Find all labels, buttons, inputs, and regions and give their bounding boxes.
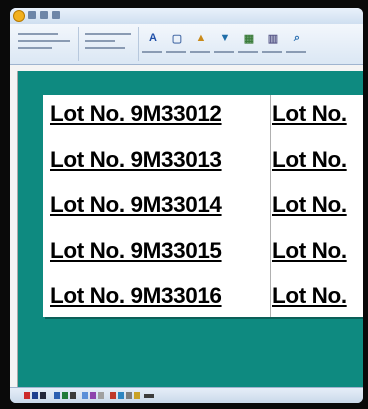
ribbon-label: [85, 40, 115, 42]
ribbon-label: [18, 47, 52, 49]
ribbon-label: [85, 47, 125, 49]
lot-label[interactable]: Lot No. 9M33012: [50, 97, 268, 131]
save-icon[interactable]: [28, 11, 36, 19]
redo-icon[interactable]: [52, 11, 60, 19]
ribbon-group-clipboard: [12, 27, 79, 61]
status-color-icon[interactable]: [98, 392, 104, 399]
lot-label[interactable]: Lot No.: [272, 97, 363, 131]
lot-label[interactable]: Lot No. 9M33016: [50, 279, 268, 313]
ribbon-label: [85, 33, 131, 35]
status-bar: [10, 387, 363, 403]
lot-label[interactable]: Lot No.: [272, 143, 363, 177]
status-color-icon[interactable]: [62, 392, 68, 399]
lot-label[interactable]: Lot No. 9M33013: [50, 143, 268, 177]
label-row: Lot No. 9M33014 Lot No.: [43, 186, 363, 224]
ribbon-label: [18, 40, 70, 42]
application-window: A ▢ ▲ ▼ ▦ ▥ ⌕ Lot No. 9M33012 Lot No. Lot No. …: [10, 8, 363, 403]
ribbon-label: [190, 51, 210, 53]
ribbon-label: [238, 51, 258, 53]
status-color-icon[interactable]: [54, 392, 60, 399]
lot-label[interactable]: Lot No.: [272, 279, 363, 313]
barcode-tool-icon[interactable]: ▥: [264, 30, 282, 46]
status-color-icon[interactable]: [40, 392, 46, 399]
status-color-icon[interactable]: [118, 392, 124, 399]
lot-label[interactable]: Lot No. 9M33015: [50, 234, 268, 268]
app-logo-icon[interactable]: [13, 10, 25, 22]
table-tool-icon[interactable]: ▦: [240, 30, 258, 46]
fill-tool-icon[interactable]: ▼: [216, 30, 234, 46]
label-row: Lot No. 9M33013 Lot No.: [43, 141, 363, 179]
ribbon-label: [18, 33, 58, 35]
zoom-tool-icon[interactable]: ⌕: [288, 30, 306, 46]
lot-label[interactable]: Lot No.: [272, 188, 363, 222]
label-row: Lot No. 9M33016 Lot No.: [43, 277, 363, 315]
status-color-icon[interactable]: [24, 392, 30, 399]
design-canvas[interactable]: Lot No. 9M33012 Lot No. Lot No. 9M33013 …: [18, 71, 363, 388]
vertical-ruler: [10, 71, 18, 388]
ribbon-label: [262, 51, 282, 53]
status-color-icon[interactable]: [32, 392, 38, 399]
status-color-icon[interactable]: [126, 392, 132, 399]
title-bar: [10, 8, 363, 24]
status-slider-icon[interactable]: [144, 394, 154, 398]
ribbon-label: [166, 51, 186, 53]
ribbon-group-font: [80, 27, 139, 61]
label-row: Lot No. 9M33015 Lot No.: [43, 232, 363, 270]
lot-label[interactable]: Lot No. 9M33014: [50, 188, 268, 222]
status-color-icon[interactable]: [90, 392, 96, 399]
status-color-icon[interactable]: [134, 392, 140, 399]
image-tool-icon[interactable]: ▲: [192, 30, 210, 46]
quick-access-toolbar: [28, 11, 60, 19]
undo-icon[interactable]: [40, 11, 48, 19]
status-color-icon[interactable]: [110, 392, 116, 399]
lot-label[interactable]: Lot No.: [272, 234, 363, 268]
status-color-icon[interactable]: [70, 392, 76, 399]
ribbon-label: [286, 51, 306, 53]
text-tool-icon[interactable]: A: [144, 30, 162, 46]
ribbon-label: [214, 51, 234, 53]
ribbon-label: [142, 51, 162, 53]
label-sheet: Lot No. 9M33012 Lot No. Lot No. 9M33013 …: [43, 95, 363, 317]
label-row: Lot No. 9M33012 Lot No.: [43, 95, 363, 133]
status-color-icon[interactable]: [82, 392, 88, 399]
frame-tool-icon[interactable]: ▢: [168, 30, 186, 46]
ribbon-toolbar: A ▢ ▲ ▼ ▦ ▥ ⌕: [10, 24, 363, 65]
